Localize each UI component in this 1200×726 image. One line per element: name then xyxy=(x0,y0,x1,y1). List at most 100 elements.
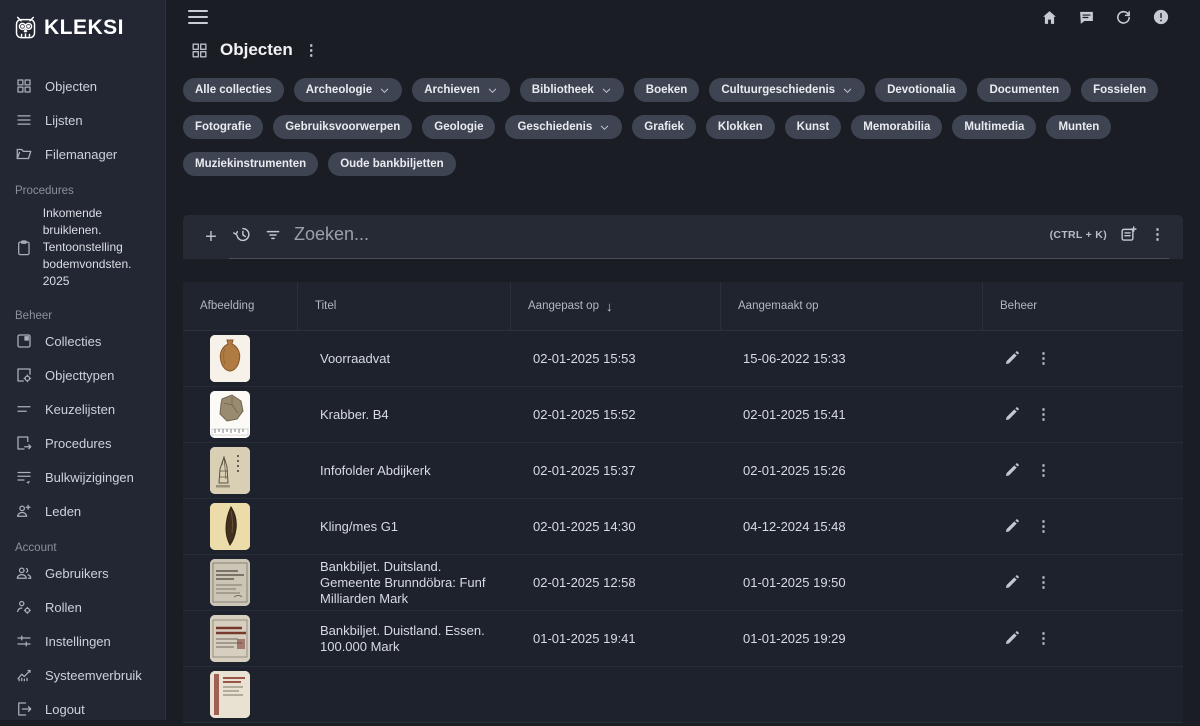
add-object-button[interactable]: + xyxy=(193,226,229,249)
column-header-afbeelding[interactable]: Afbeelding xyxy=(183,282,297,330)
menu-icon[interactable] xyxy=(188,6,208,28)
filter-chip-memorabilia[interactable]: Memorabilia xyxy=(851,115,942,139)
search-field: (CTRL + K) ⋮ xyxy=(229,211,1169,259)
chip-label: Fotografie xyxy=(195,121,251,133)
filter-chip-fotografie[interactable]: Fotografie xyxy=(183,115,263,139)
edit-icon[interactable] xyxy=(1003,574,1020,591)
filter-chip-geologie[interactable]: Geologie xyxy=(422,115,495,139)
sidebar-item-collecties[interactable]: Collecties xyxy=(0,324,165,358)
object-types-icon xyxy=(15,366,33,384)
filter-chip-bibliotheek[interactable]: Bibliotheek xyxy=(520,78,624,102)
modified-date: 02-01-2025 15:53 xyxy=(510,331,720,386)
sidebar-item-procedure-inkomende-bruiklenen[interactable]: Inkomende bruiklenen. Tentoonstelling bo… xyxy=(0,199,165,296)
filter-chip-fossielen[interactable]: Fossielen xyxy=(1081,78,1158,102)
filter-chip-muziekinstrumenten[interactable]: Muziekinstrumenten xyxy=(183,152,318,176)
search-shortcut: (CTRL + K) xyxy=(1050,229,1107,241)
filter-chip-archieven[interactable]: Archieven xyxy=(412,78,510,102)
refresh-icon[interactable] xyxy=(1115,9,1132,26)
section-label-procedures: Procedures xyxy=(0,171,165,199)
sidebar-item-keuzelijsten[interactable]: Keuzelijsten xyxy=(0,392,165,426)
filter-chip-kunst[interactable]: Kunst xyxy=(785,115,842,139)
created-date: 02-01-2025 15:41 xyxy=(720,387,982,442)
filter-chip-munten[interactable]: Munten xyxy=(1046,115,1111,139)
search-menu-icon[interactable]: ⋮ xyxy=(1150,227,1165,242)
filter-chip-devotionalia[interactable]: Devotionalia xyxy=(875,78,967,102)
table-row[interactable]: Voorraadvat 02-01-2025 15:53 15-06-2022 … xyxy=(183,331,1183,387)
main-area: Objecten ⋮ Alle collecties Archeologie A… xyxy=(166,0,1200,720)
row-menu-icon[interactable]: ⋮ xyxy=(1036,351,1051,367)
sidebar-item-systeemverbruik[interactable]: Systeemverbruik xyxy=(0,658,165,692)
sidebar-item-objecten[interactable]: Objecten xyxy=(0,69,165,103)
search-input[interactable] xyxy=(294,224,1038,245)
page-menu-icon[interactable]: ⋮ xyxy=(304,43,319,58)
filter-chip-gebruiksvoorwerpen[interactable]: Gebruiksvoorwerpen xyxy=(273,115,412,139)
object-thumbnail[interactable] xyxy=(210,671,250,718)
banknote-partial-image xyxy=(210,671,250,718)
table-row[interactable]: Bankbiljet. Duistland. Essen. 100.000 Ma… xyxy=(183,611,1183,667)
object-thumbnail[interactable] xyxy=(210,559,250,606)
roles-icon xyxy=(15,598,33,616)
edit-icon[interactable] xyxy=(1003,406,1020,423)
row-menu-icon[interactable]: ⋮ xyxy=(1036,463,1051,479)
search-history-icon[interactable] xyxy=(233,225,252,244)
row-menu-icon[interactable]: ⋮ xyxy=(1036,519,1051,535)
edit-icon[interactable] xyxy=(1003,518,1020,535)
chip-label: Boeken xyxy=(646,84,688,96)
sidebar-item-bulkwijzigingen[interactable]: Bulkwijzigingen xyxy=(0,460,165,494)
page-title: Objecten xyxy=(220,40,293,60)
created-date: 02-01-2025 15:26 xyxy=(720,443,982,498)
logo[interactable]: KLEKSI xyxy=(0,10,165,49)
row-menu-icon[interactable]: ⋮ xyxy=(1036,575,1051,591)
sidebar-item-gebruikers[interactable]: Gebruikers xyxy=(0,556,165,590)
filter-chip-archeologie[interactable]: Archeologie xyxy=(294,78,402,102)
save-search-icon[interactable] xyxy=(1119,225,1138,244)
sidebar-item-procedures[interactable]: Procedures xyxy=(0,426,165,460)
row-menu-icon[interactable]: ⋮ xyxy=(1036,407,1051,423)
object-thumbnail[interactable] xyxy=(210,615,250,662)
sidebar-item-lijsten[interactable]: Lijsten xyxy=(0,103,165,137)
sidebar-item-leden[interactable]: Leden xyxy=(0,494,165,528)
table-row[interactable] xyxy=(183,667,1183,723)
sidebar-item-label: Inkomende bruiklenen. Tentoonstelling bo… xyxy=(43,205,155,290)
filter-chip-klokken[interactable]: Klokken xyxy=(706,115,775,139)
table-row[interactable]: Kling/mes G1 02-01-2025 14:30 04-12-2024… xyxy=(183,499,1183,555)
chip-label: Documenten xyxy=(989,84,1059,96)
column-header-aangemaakt-op[interactable]: Aangemaakt op xyxy=(720,282,982,330)
filter-chip-geschiedenis[interactable]: Geschiedenis xyxy=(505,115,622,139)
owl-logo-icon xyxy=(12,14,39,41)
filter-icon[interactable] xyxy=(264,226,282,244)
edit-icon[interactable] xyxy=(1003,630,1020,647)
alert-icon[interactable] xyxy=(1152,8,1170,26)
member-add-icon xyxy=(15,502,33,520)
column-header-beheer[interactable]: Beheer xyxy=(982,282,1183,330)
object-thumbnail[interactable] xyxy=(210,335,250,382)
sidebar-item-logout[interactable]: Logout xyxy=(0,692,165,726)
edit-icon[interactable] xyxy=(1003,350,1020,367)
filter-chip-cultuurgeschiedenis[interactable]: Cultuurgeschiedenis xyxy=(709,78,865,102)
column-header-titel[interactable]: Titel xyxy=(297,282,510,330)
object-thumbnail[interactable] xyxy=(210,447,250,494)
sidebar-item-filemanager[interactable]: Filemanager xyxy=(0,137,165,171)
row-menu-icon[interactable]: ⋮ xyxy=(1036,631,1051,647)
object-thumbnail[interactable] xyxy=(210,391,250,438)
modified-date xyxy=(510,667,720,722)
sidebar-item-rollen[interactable]: Rollen xyxy=(0,590,165,624)
table-row[interactable]: Infofolder Abdijkerk 02-01-2025 15:37 02… xyxy=(183,443,1183,499)
filter-chip-oude-bankbiljetten[interactable]: Oude bankbiljetten xyxy=(328,152,456,176)
sidebar-item-instellingen[interactable]: Instellingen xyxy=(0,624,165,658)
filter-chip-alle-collecties[interactable]: Alle collecties xyxy=(183,78,284,102)
table-row[interactable]: Bankbiljet. Duitsland. Gemeente Brunndöb… xyxy=(183,555,1183,611)
chevron-down-icon xyxy=(379,85,390,96)
table-row[interactable]: Krabber. B4 02-01-2025 15:52 02-01-2025 … xyxy=(183,387,1183,443)
filter-chip-documenten[interactable]: Documenten xyxy=(977,78,1071,102)
object-thumbnail[interactable] xyxy=(210,503,250,550)
column-header-aangepast-op[interactable]: Aangepast op↓ xyxy=(510,282,720,330)
filter-chip-multimedia[interactable]: Multimedia xyxy=(952,115,1036,139)
chat-icon[interactable] xyxy=(1078,9,1095,26)
objects-table: Afbeelding Titel Aangepast op↓ Aangemaak… xyxy=(183,282,1183,723)
filter-chip-grafiek[interactable]: Grafiek xyxy=(632,115,696,139)
edit-icon[interactable] xyxy=(1003,462,1020,479)
home-icon[interactable] xyxy=(1041,9,1058,26)
filter-chip-boeken[interactable]: Boeken xyxy=(634,78,700,102)
sidebar-item-objecttypen[interactable]: Objecttypen xyxy=(0,358,165,392)
